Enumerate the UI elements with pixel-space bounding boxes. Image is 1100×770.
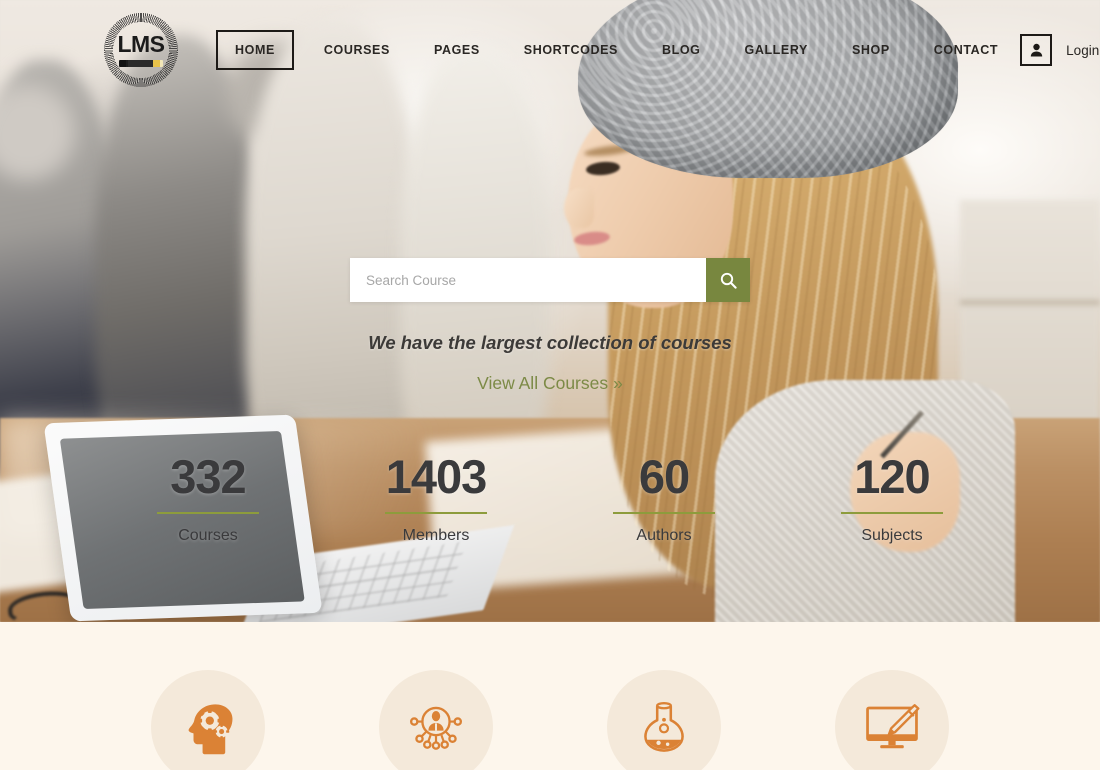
- site-logo[interactable]: LMS: [102, 11, 180, 89]
- counter-divider: [613, 512, 715, 515]
- site-header: LMS HOME COURSES PAGES SHORTCODES BLOG G…: [0, 0, 1100, 100]
- features-section: [0, 622, 1100, 770]
- hero-content: We have the largest collection of course…: [0, 258, 1100, 394]
- counter-subjects: 120 Subjects: [778, 452, 1006, 545]
- search-submit-button[interactable]: [706, 258, 750, 302]
- monitor-with-paintbrush-icon: [866, 704, 920, 749]
- head-with-gears-icon: [188, 704, 233, 755]
- auth-links: Login|Register: [1066, 43, 1100, 58]
- search-input[interactable]: [350, 258, 706, 302]
- counter-members: 1403 Members: [322, 452, 550, 545]
- counter-courses: 332 Courses: [94, 452, 322, 545]
- counter-value: 332: [170, 450, 246, 503]
- nav-item-shop[interactable]: SHOP: [830, 43, 912, 57]
- feature-icon-circle[interactable]: [607, 670, 721, 770]
- counter-divider: [841, 512, 943, 515]
- hero-tagline: We have the largest collection of course…: [368, 332, 732, 353]
- page-root: LMS HOME COURSES PAGES SHORTCODES BLOG G…: [0, 0, 1100, 770]
- counter-label: Authors: [636, 527, 692, 545]
- nav-item-home[interactable]: HOME: [216, 30, 294, 70]
- counter-authors: 60 Authors: [550, 452, 778, 545]
- view-all-courses-link[interactable]: View All Courses»: [477, 373, 623, 394]
- search-icon: [720, 272, 737, 289]
- user-icon: [1030, 43, 1042, 57]
- counter-label: Courses: [178, 527, 238, 545]
- counter-value: 1403: [385, 450, 488, 503]
- logo-text: LMS: [117, 31, 165, 57]
- counter-label: Subjects: [861, 527, 923, 545]
- hero-section: LMS HOME COURSES PAGES SHORTCODES BLOG G…: [0, 0, 1100, 622]
- feature-item-1: [94, 670, 322, 770]
- header-account-area: Login|Register 0: [1020, 34, 1100, 66]
- nav-item-contact[interactable]: CONTACT: [912, 43, 1020, 57]
- counter-divider: [157, 512, 259, 515]
- feature-icon-circle[interactable]: [151, 670, 265, 770]
- login-link[interactable]: Login: [1066, 43, 1099, 58]
- chevron-right-icon: »: [613, 373, 623, 393]
- feature-item-2: [322, 670, 550, 770]
- feature-icon-circle[interactable]: [379, 670, 493, 770]
- feature-item-4: [778, 670, 1006, 770]
- main-navigation: HOME COURSES PAGES SHORTCODES BLOG GALLE…: [216, 30, 1020, 70]
- subject-nose: [564, 188, 594, 228]
- pencil-icon: [119, 60, 163, 67]
- feature-item-3: [550, 670, 778, 770]
- nav-item-blog[interactable]: BLOG: [640, 43, 723, 57]
- lab-flask-icon: [644, 701, 684, 752]
- view-all-courses-label: View All Courses: [477, 373, 609, 393]
- nav-item-pages[interactable]: PAGES: [412, 43, 502, 57]
- counter-label: Members: [402, 527, 470, 545]
- course-search-bar: [350, 258, 750, 302]
- user-account-button[interactable]: [1020, 34, 1053, 66]
- person-network-icon: [409, 706, 463, 750]
- nav-item-gallery[interactable]: GALLERY: [723, 43, 830, 57]
- counter-value: 120: [854, 450, 930, 503]
- feature-icon-circle[interactable]: [835, 670, 949, 770]
- nav-item-courses[interactable]: COURSES: [302, 43, 412, 57]
- nav-item-shortcodes[interactable]: SHORTCODES: [502, 43, 640, 57]
- statistics-row: 332 Courses 1403 Members 60 Authors 120 …: [0, 452, 1100, 545]
- counter-value: 60: [638, 450, 690, 503]
- counter-divider: [385, 512, 487, 515]
